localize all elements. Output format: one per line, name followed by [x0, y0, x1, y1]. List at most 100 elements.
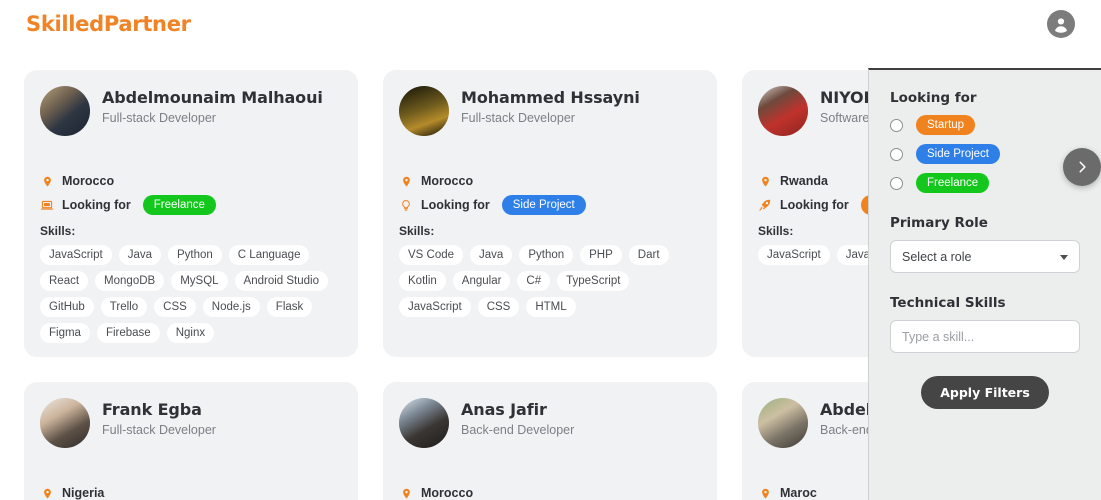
- skill-tag[interactable]: Android Studio: [234, 271, 328, 291]
- map-pin-icon: [40, 485, 54, 500]
- primary-role-selected-value: Select a role: [902, 249, 972, 264]
- skill-tag[interactable]: React: [40, 271, 89, 291]
- skill-tag[interactable]: Java: [118, 245, 161, 265]
- location-text: Rwanda: [780, 174, 828, 188]
- skill-tag[interactable]: Kotlin: [399, 271, 446, 291]
- skill-tag[interactable]: Python: [167, 245, 222, 265]
- identity-block: Anas Jafir Back-end Developer: [461, 398, 574, 437]
- card-meta: MoroccoLooking forSide Project: [399, 170, 701, 216]
- developer-card[interactable]: Anas Jafir Back-end Developer MoroccoLooki…: [383, 382, 717, 500]
- skill-tag[interactable]: JavaScript: [758, 245, 830, 265]
- developer-card[interactable]: Frank Egba Full-stack Developer NigeriaLoo…: [24, 382, 358, 500]
- skill-tag[interactable]: TypeScript: [557, 271, 630, 291]
- map-pin-icon: [399, 173, 413, 189]
- location-text: Maroc: [780, 486, 817, 500]
- radio-freelance[interactable]: [890, 176, 903, 190]
- looking-for-label: Looking for: [62, 198, 131, 212]
- developer-card[interactable]: Mohammed Hssayni Full-stack Developer Moro…: [383, 70, 717, 357]
- skills-label: Skills:: [399, 224, 435, 238]
- skill-tag[interactable]: CSS: [154, 297, 196, 317]
- looking-for-badge: Side Project: [501, 195, 586, 215]
- skill-tag[interactable]: VS Code: [399, 245, 464, 265]
- apply-filters-button[interactable]: Apply Filters: [921, 376, 1049, 409]
- skill-tag[interactable]: Dart: [628, 245, 669, 265]
- card-header: Anas Jafir Back-end Developer: [399, 398, 701, 460]
- avatar: [399, 86, 449, 136]
- avatar: [40, 86, 90, 136]
- carousel-next-button[interactable]: [1063, 148, 1101, 186]
- skill-tag[interactable]: Firebase: [96, 323, 160, 343]
- card-header: Abdelmounaim Malhaoui Full-stack Develope…: [40, 86, 342, 148]
- skills-label: Skills:: [40, 224, 76, 238]
- identity-block: Frank Egba Full-stack Developer: [102, 398, 216, 437]
- skill-tag[interactable]: CSS: [477, 297, 520, 317]
- avatar: [399, 398, 449, 448]
- rocket-icon: [758, 197, 772, 213]
- card-header: Frank Egba Full-stack Developer: [40, 398, 342, 460]
- identity-block: Mohammed Hssayni Full-stack Developer: [461, 86, 640, 125]
- skill-tag[interactable]: Java: [470, 245, 513, 265]
- app-header: SkilledPartner: [0, 0, 1101, 48]
- skill-tag[interactable]: MySQL: [171, 271, 228, 291]
- developer-role: Full-stack Developer: [461, 111, 575, 125]
- developer-role: Back-end Developer: [461, 423, 575, 437]
- developer-name: Mohammed Hssayni: [461, 88, 640, 107]
- skill-tag[interactable]: PHP: [580, 245, 622, 265]
- skill-tag[interactable]: Nginx: [166, 323, 215, 343]
- developer-card[interactable]: Abdelmounaim Malhaoui Full-stack Develope…: [24, 70, 358, 357]
- skill-tag[interactable]: Node.js: [202, 297, 260, 317]
- identity-block: Abdelmounaim Malhaoui Full-stack Develope…: [102, 86, 323, 125]
- skill-tag[interactable]: JavaScript: [399, 297, 471, 317]
- map-pin-icon: [399, 485, 413, 500]
- card-meta: Morocco Looking for Freelance: [40, 170, 342, 216]
- avatar: [758, 398, 808, 448]
- filter-option-side-project[interactable]: Side Project: [890, 144, 1080, 164]
- filter-technical-skills-title: Technical Skills: [890, 295, 1006, 311]
- map-pin-icon: [758, 485, 772, 500]
- filter-option-startup-label[interactable]: Startup: [916, 115, 976, 135]
- filter-option-freelance-label[interactable]: Freelance: [916, 173, 990, 193]
- filter-looking-for-title: Looking for: [890, 90, 977, 106]
- filter-option-side-project-label[interactable]: Side Project: [916, 144, 1001, 164]
- chevron-right-icon: [1079, 161, 1086, 173]
- user-circle-icon[interactable]: [1047, 10, 1075, 38]
- skill-tag[interactable]: Angular: [452, 271, 511, 291]
- looking-for-badge: Freelance: [142, 195, 216, 215]
- avatar: [40, 398, 90, 448]
- skill-tag[interactable]: JavaScript: [40, 245, 112, 265]
- skill-tag[interactable]: GitHub: [40, 297, 94, 317]
- skill-tag[interactable]: Figma: [40, 323, 90, 343]
- radio-startup[interactable]: [890, 118, 903, 132]
- map-pin-icon: [758, 173, 772, 189]
- brand-logo[interactable]: SkilledPartner: [26, 12, 191, 36]
- developer-role: Full-stack Developer: [102, 111, 216, 125]
- location-row: Nigeria: [40, 482, 342, 500]
- card-header: Mohammed Hssayni Full-stack Developer: [399, 86, 701, 148]
- developer-role: Full-stack Developer: [102, 423, 216, 437]
- skill-tag[interactable]: Python: [519, 245, 574, 265]
- app-root: SkilledPartner Abdelmounaim Malhaoui Full…: [0, 0, 1101, 500]
- skill-tag[interactable]: MongoDB: [95, 271, 165, 291]
- skill-tag-list: JavaScript Java Python C Language React Mongo…: [40, 245, 342, 343]
- developer-name: Abdelmounaim Malhaoui: [102, 88, 323, 107]
- skill-tag[interactable]: Flask: [266, 297, 313, 317]
- location-text: Morocco: [62, 174, 115, 188]
- radio-side-project[interactable]: [890, 147, 903, 161]
- skill-tag[interactable]: HTML: [526, 297, 576, 317]
- apply-filters-row: Apply Filters: [890, 376, 1080, 409]
- filter-option-startup[interactable]: Startup: [890, 115, 1080, 135]
- skill-tag[interactable]: C Language: [228, 245, 310, 265]
- filter-option-freelance[interactable]: Freelance: [890, 173, 1080, 193]
- card-meta: NigeriaLooking forSide Project: [40, 482, 342, 500]
- map-pin-icon: [40, 173, 54, 189]
- skill-input[interactable]: Type a skill...: [890, 320, 1080, 353]
- primary-role-select[interactable]: Select a role: [890, 240, 1080, 273]
- lightbulb-icon: [399, 197, 413, 213]
- card-meta: MoroccoLooking forSide Project: [399, 482, 701, 500]
- skill-tag[interactable]: Trello: [100, 297, 148, 317]
- skill-tag[interactable]: C#: [517, 271, 551, 291]
- looking-for-row: Looking for Side Project: [399, 194, 701, 216]
- developer-name: Frank Egba: [102, 400, 202, 419]
- location-text: Morocco: [421, 486, 474, 500]
- avatar: [758, 86, 808, 136]
